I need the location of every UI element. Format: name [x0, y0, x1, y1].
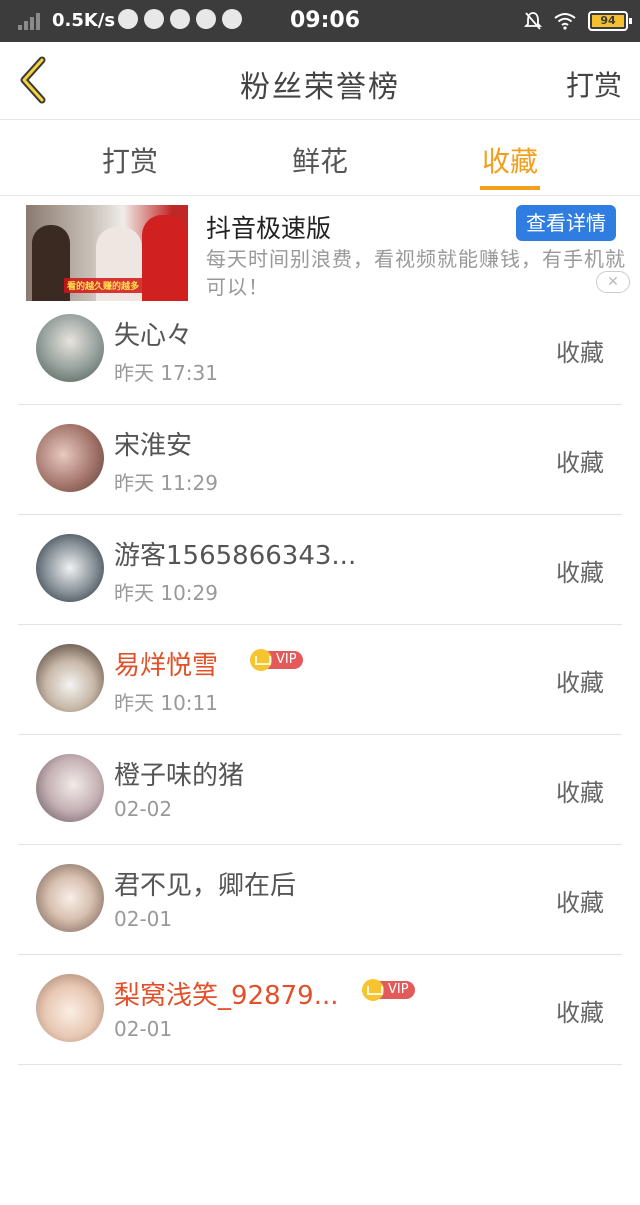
fan-time: 02-01	[114, 1017, 173, 1041]
tab-flowers[interactable]: 鲜花	[292, 140, 348, 180]
list-item[interactable]: 宋淮安 昨天 11:29 收藏	[18, 405, 622, 515]
tab-bar: 打赏 鲜花 收藏	[0, 120, 640, 196]
list-item[interactable]: 易烊悦雪 VIP 昨天 10:11 收藏	[18, 625, 622, 735]
battery-level: 94	[592, 15, 624, 27]
vip-badge: VIP	[362, 979, 415, 1001]
list-item[interactable]: 君不见，卿在后 02-01 收藏	[18, 845, 622, 955]
reward-button[interactable]: 打赏	[566, 64, 622, 104]
fan-time: 昨天 11:29	[114, 471, 218, 495]
ad-thumbnail[interactable]: 看的越久赚的越多	[26, 205, 188, 301]
signal-icon	[18, 12, 44, 30]
status-bar: 0.5K/s 09:06 94	[0, 0, 640, 42]
ad-description: 每天时间别浪费，看视频就能赚钱，有手机就可以！	[206, 247, 626, 299]
action-type: 收藏	[556, 889, 604, 917]
ad-banner[interactable]: 看的越久赚的越多 抖音极速版 查看详情 每天时间别浪费，看视频就能赚钱，有手机就…	[0, 197, 640, 305]
avatar	[36, 974, 104, 1042]
avatar	[36, 754, 104, 822]
avatar	[36, 424, 104, 492]
fan-name: 宋淮安	[114, 431, 193, 461]
action-type: 收藏	[556, 449, 604, 477]
notification-icons	[118, 9, 242, 33]
fan-time: 02-01	[114, 907, 173, 931]
action-type: 收藏	[556, 559, 604, 587]
action-type: 收藏	[556, 669, 604, 697]
list-item[interactable]: 失心々 昨天 17:31 收藏	[18, 295, 622, 405]
cloud-icon	[144, 9, 164, 29]
active-tab-indicator	[480, 186, 540, 190]
list-item[interactable]: 游客1565866343... 昨天 10:29 收藏	[18, 515, 622, 625]
fan-name: 游客1565866343...	[114, 541, 357, 571]
ad-close-icon[interactable]: ✕	[596, 271, 630, 293]
fan-time: 昨天 10:11	[114, 691, 218, 715]
crown-icon	[362, 979, 384, 1001]
bell-muted-icon	[524, 12, 542, 30]
ad-details-button[interactable]: 查看详情	[516, 205, 616, 241]
vip-badge: VIP	[250, 649, 303, 671]
fan-name: 梨窝浅笑_92879...	[114, 981, 339, 1011]
avatar	[36, 534, 104, 602]
tab-favorites[interactable]: 收藏	[482, 140, 538, 180]
list-item[interactable]: 橙子味的猪 02-02 收藏	[18, 735, 622, 845]
app-notification-icon	[118, 9, 138, 29]
list-item[interactable]: 梨窝浅笑_92879... VIP 02-01 收藏	[18, 955, 622, 1065]
action-type: 收藏	[556, 999, 604, 1027]
nav-bar: 粉丝荣誉榜 打赏	[0, 42, 640, 120]
battery-icon: 94	[588, 11, 632, 31]
action-type: 收藏	[556, 339, 604, 367]
page-title: 粉丝荣誉榜	[240, 70, 400, 105]
fan-name: 橙子味的猪	[114, 761, 245, 791]
fan-time: 昨天 17:31	[114, 361, 218, 385]
avatar	[36, 314, 104, 382]
ad-title: 抖音极速版	[206, 214, 332, 243]
fan-time: 02-02	[114, 797, 173, 821]
crown-icon	[250, 649, 272, 671]
tab-reward[interactable]: 打赏	[102, 140, 158, 180]
avatar	[36, 864, 104, 932]
network-speed: 0.5K/s	[52, 10, 116, 31]
ad-thumbnail-caption: 看的越久赚的越多	[64, 278, 143, 293]
fan-name: 易烊悦雪	[114, 651, 219, 681]
app-notification-icon	[170, 9, 190, 29]
fan-name: 失心々	[114, 321, 193, 351]
app-notification-icon	[196, 9, 216, 29]
wifi-icon	[554, 13, 576, 30]
app-notification-icon	[222, 9, 242, 29]
fan-list: 失心々 昨天 17:31 收藏 宋淮安 昨天 11:29 收藏 游客156586…	[18, 295, 622, 1065]
fan-name: 君不见，卿在后	[114, 871, 297, 901]
action-type: 收藏	[556, 779, 604, 807]
avatar	[36, 644, 104, 712]
fan-time: 昨天 10:29	[114, 581, 218, 605]
clock: 09:06	[290, 8, 361, 33]
